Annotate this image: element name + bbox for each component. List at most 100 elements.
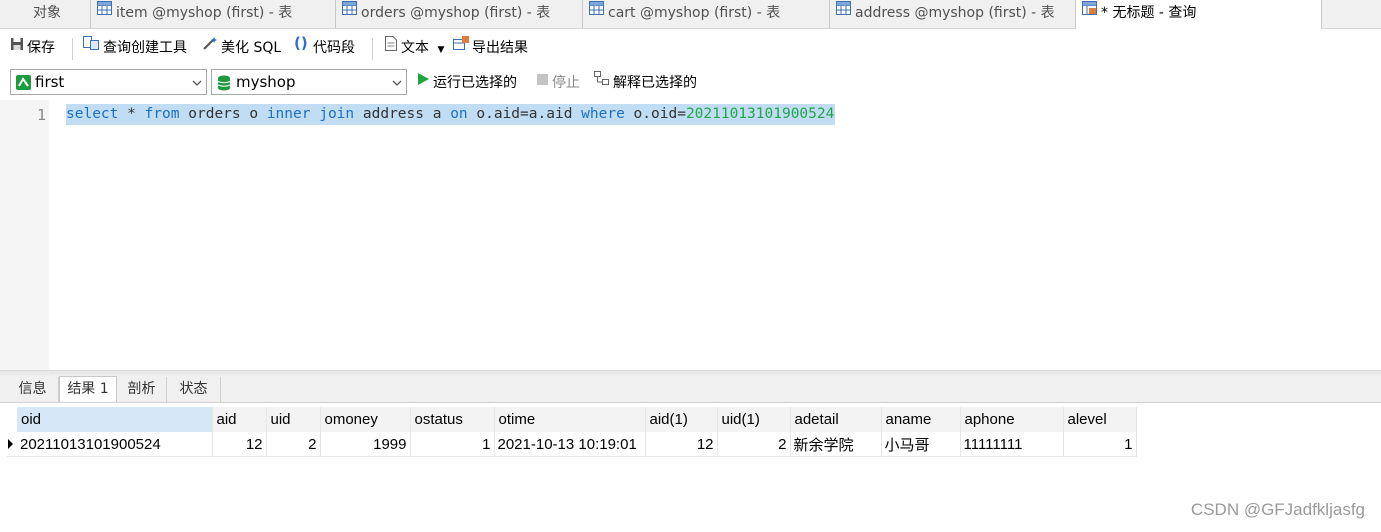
code-snippet-label: 代码段 [313, 40, 355, 56]
sql-code-line[interactable]: select * from orders o inner join addres… [66, 104, 836, 125]
sql-identifier: orders o [188, 106, 259, 122]
query-icon [1082, 0, 1097, 25]
table-cell[interactable]: 12 [645, 432, 718, 457]
result-tab-bar: 信息 结果 1 剖析 状态 [0, 375, 1381, 403]
column-header[interactable]: ostatus [410, 407, 495, 432]
column-header[interactable]: uid [266, 407, 321, 432]
save-button[interactable]: 保存 [10, 37, 55, 59]
tab-orders-table[interactable]: orders @myshop (first) - 表 [336, 0, 583, 28]
chevron-down-icon [192, 76, 202, 86]
table-cell[interactable]: 2 [717, 432, 791, 457]
table-icon [836, 0, 851, 25]
table-cell[interactable]: 1999 [320, 432, 411, 457]
tab-result-1[interactable]: 结果 1 [59, 376, 117, 402]
sql-keyword: select [66, 106, 119, 122]
export-results-button[interactable]: 导出结果 [453, 35, 528, 59]
tab-status[interactable]: 状态 [167, 377, 221, 402]
column-header[interactable]: aid [212, 407, 267, 432]
sql-editor[interactable]: 1 select * from orders o inner join addr… [0, 100, 1381, 370]
table-cell[interactable]: 2021-10-13 10:19:01 [494, 432, 646, 457]
code-snippet-button[interactable]: () 代码段 [294, 34, 355, 59]
table-row[interactable]: 20211013101900524 12 2 1999 1 2021-10-13… [7, 432, 1137, 457]
sql-keyword: where [581, 106, 625, 122]
column-header[interactable]: otime [494, 407, 646, 432]
sql-keyword: on [450, 106, 468, 122]
query-builder-label: 查询创建工具 [103, 40, 187, 56]
connection-value: first [35, 73, 65, 91]
database-value: myshop [236, 73, 296, 91]
chevron-down-icon [392, 76, 402, 86]
save-icon [10, 36, 24, 58]
chevron-down-icon: ▼ [437, 45, 445, 55]
column-header[interactable]: uid(1) [717, 407, 791, 432]
stop-label: 停止 [552, 75, 580, 91]
database-icon [217, 75, 231, 95]
query-builder-button[interactable]: 查询创建工具 [83, 35, 187, 59]
explain-icon [594, 70, 610, 93]
tab-untitled-query[interactable]: * 无标题 - 查询 [1076, 0, 1322, 29]
explain-selected-label: 解释已选择的 [613, 75, 697, 91]
table-cell[interactable]: 20211013101900524 [17, 432, 213, 457]
connection-select[interactable]: first [10, 69, 207, 95]
database-select[interactable]: myshop [211, 69, 407, 95]
table-cell[interactable]: 1 [410, 432, 495, 457]
column-header[interactable]: adetail [790, 407, 882, 432]
svg-text:(): () [294, 35, 308, 51]
table-cell[interactable]: 12 [212, 432, 267, 457]
column-header[interactable]: aname [881, 407, 961, 432]
tab-objects[interactable]: 对象 [0, 0, 91, 28]
column-header[interactable]: aphone [960, 407, 1064, 432]
export-results-label: 导出结果 [472, 40, 528, 56]
tab-profile[interactable]: 剖析 [117, 377, 167, 402]
mysql-connection-icon [16, 75, 31, 94]
export-icon [453, 35, 469, 58]
play-icon [417, 71, 430, 93]
table-cell[interactable]: 小马哥 [881, 432, 961, 457]
sql-identifier: o.aid=a.aid [476, 106, 573, 122]
connection-toolbar: first myshop 运行已选择的 停止 解释已选择的 [0, 67, 1381, 100]
sql-token: * [127, 106, 136, 122]
column-header[interactable]: aid(1) [645, 407, 718, 432]
sql-identifier: o.oid= [633, 106, 686, 122]
tab-label: address @myshop (first) - 表 [855, 5, 1055, 21]
beautify-sql-label: 美化 SQL [221, 40, 282, 56]
table-icon [97, 0, 112, 25]
column-header[interactable]: oid [17, 407, 213, 432]
column-header[interactable]: alevel [1063, 407, 1137, 432]
tab-cart-table[interactable]: cart @myshop (first) - 表 [583, 0, 830, 28]
table-cell[interactable]: 2 [266, 432, 321, 457]
run-selected-button[interactable]: 运行已选择的 [417, 72, 517, 94]
sql-keyword: from [144, 106, 180, 122]
brackets-icon: () [294, 34, 310, 58]
column-header[interactable]: omoney [320, 407, 411, 432]
table-cell[interactable]: 新余学院 [790, 432, 882, 457]
stop-button[interactable]: 停止 [537, 72, 580, 94]
explain-selected-button[interactable]: 解释已选择的 [594, 70, 697, 94]
watermark-text: CSDN @GFJadfkljasfg [1190, 500, 1365, 519]
main-toolbar: 保存 查询创建工具 美化 SQL () 代码段 文本 ▼ 导出结果 [0, 29, 1381, 67]
tab-label: item @myshop (first) - 表 [116, 5, 293, 21]
sql-number-literal: 20211013101900524 [685, 106, 835, 122]
tab-label: 对象 [33, 5, 61, 21]
document-tab-bar: 对象 item @myshop (first) - 表 orders @mysh… [0, 0, 1381, 29]
stop-icon [537, 71, 549, 93]
current-row-indicator [7, 432, 17, 457]
run-selected-label: 运行已选择的 [433, 75, 517, 91]
toolbar-divider [372, 38, 373, 60]
sql-keyword: inner [266, 106, 311, 122]
tab-item-table[interactable]: item @myshop (first) - 表 [91, 0, 336, 28]
table-cell[interactable]: 1 [1063, 432, 1137, 457]
row-indicator-header [7, 407, 17, 432]
text-menu-button[interactable]: 文本 ▼ [384, 35, 445, 59]
tab-label: cart @myshop (first) - 表 [608, 5, 781, 21]
toolbar-divider [72, 38, 73, 60]
result-grid[interactable]: oid aid uid omoney ostatus otime aid(1) … [7, 407, 1137, 457]
table-cell[interactable]: 11111111 [960, 432, 1064, 457]
sql-keyword: join [319, 106, 355, 122]
table-icon [342, 0, 357, 25]
sql-identifier: address a [362, 106, 442, 122]
tab-info[interactable]: 信息 [7, 377, 59, 402]
beautify-sql-button[interactable]: 美化 SQL [202, 36, 282, 59]
tab-address-table[interactable]: address @myshop (first) - 表 [830, 0, 1076, 28]
line-number-gutter: 1 [0, 100, 49, 370]
